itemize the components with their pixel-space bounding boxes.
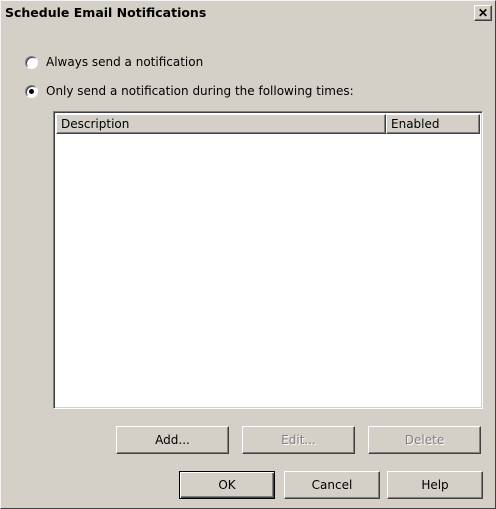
column-header-enabled[interactable]: Enabled: [386, 114, 480, 134]
option-only-during-times-label: Only send a notification during the foll…: [46, 84, 354, 98]
radio-only-during-times[interactable]: [25, 84, 38, 98]
title-bar[interactable]: Schedule Email Notifications ✕: [2, 2, 494, 24]
close-icon: ✕: [477, 5, 489, 20]
column-header-description[interactable]: Description: [56, 114, 386, 134]
edit-button[interactable]: Edit...: [242, 426, 355, 454]
close-button[interactable]: ✕: [474, 5, 492, 21]
ok-button[interactable]: OK: [179, 471, 275, 499]
option-only-during-times[interactable]: Only send a notification during the foll…: [25, 82, 354, 100]
delete-button[interactable]: Delete: [368, 426, 481, 454]
option-always-send-label: Always send a notification: [46, 55, 204, 69]
radio-always-send[interactable]: [25, 55, 38, 69]
dialog-title: Schedule Email Notifications: [5, 5, 207, 20]
add-button[interactable]: Add...: [116, 426, 229, 454]
schedule-list[interactable]: Description Enabled: [53, 111, 483, 409]
cancel-button[interactable]: Cancel: [284, 471, 380, 499]
schedule-email-notifications-dialog: Schedule Email Notifications ✕ Always se…: [0, 0, 496, 509]
list-header: Description Enabled: [56, 114, 480, 134]
help-button[interactable]: Help: [387, 471, 483, 499]
option-always-send[interactable]: Always send a notification: [25, 53, 203, 71]
